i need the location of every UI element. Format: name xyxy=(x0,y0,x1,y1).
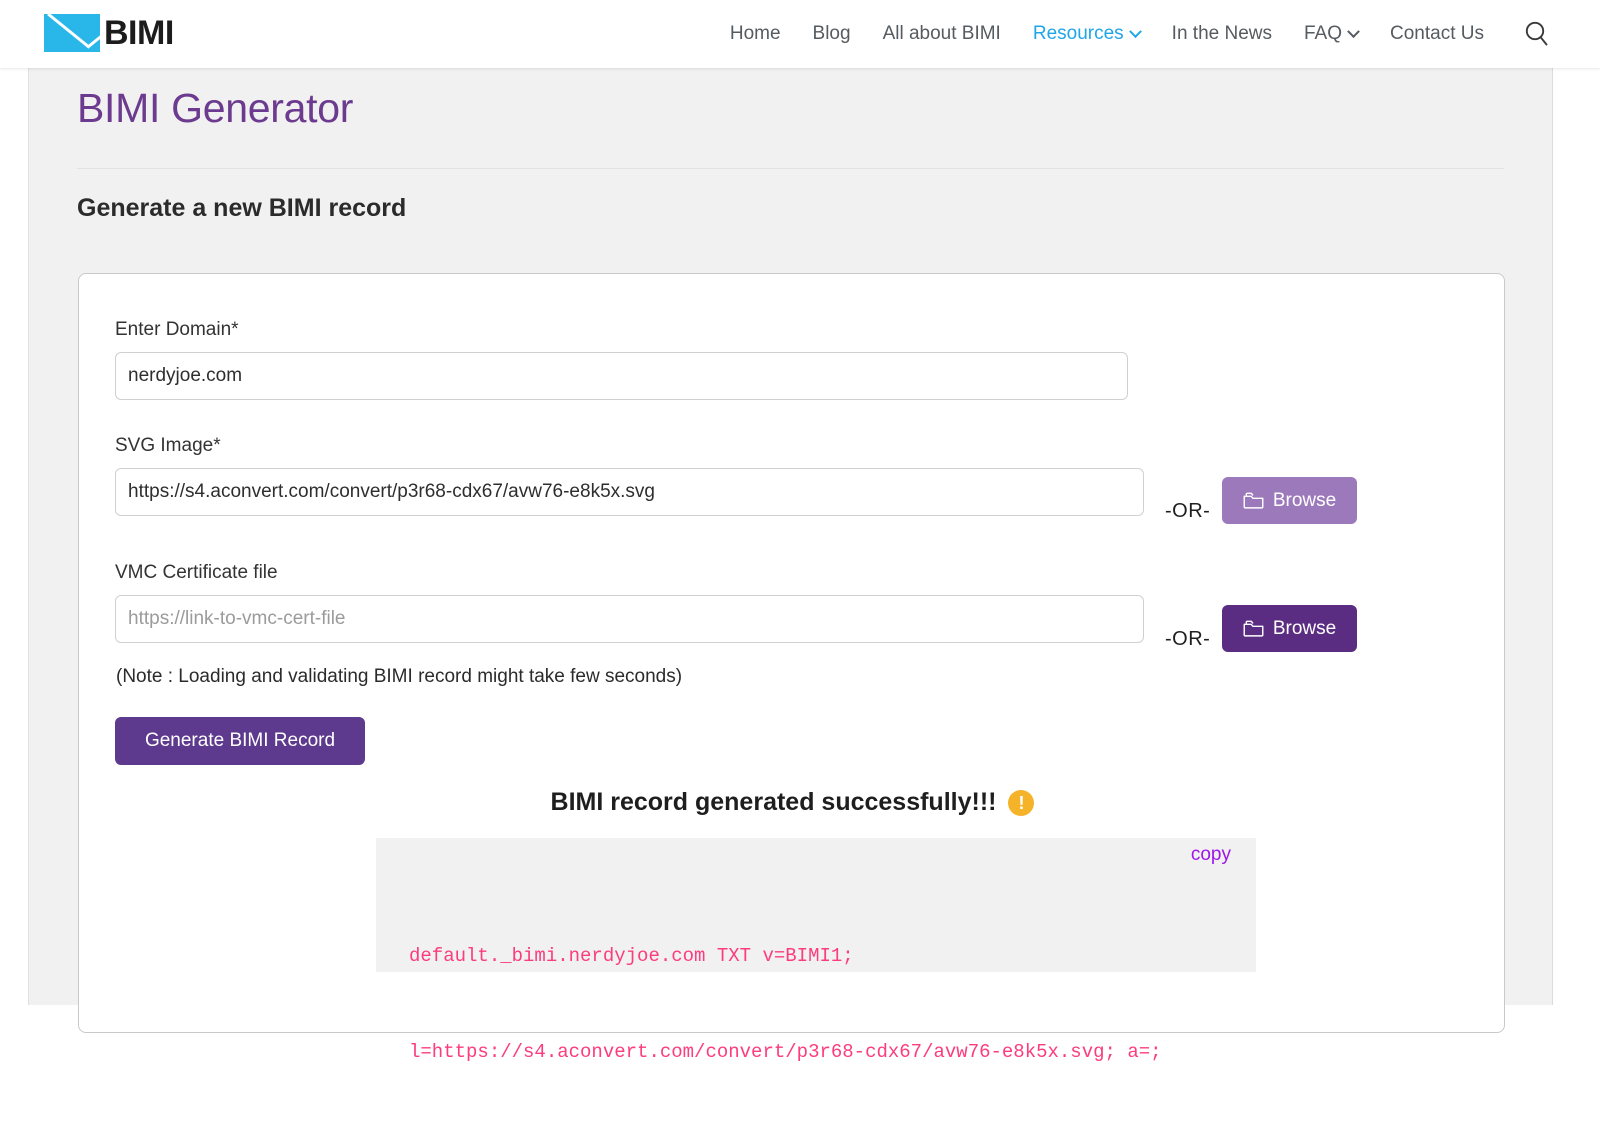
nav-item-faq[interactable]: FAQ xyxy=(1288,0,1374,68)
nav-item-resources[interactable]: Resources xyxy=(1017,0,1156,68)
domain-field-label: Enter Domain* xyxy=(115,319,239,340)
site-header: BIMI Home Blog All about BIMI Resources … xyxy=(0,0,1600,68)
nav-label: In the News xyxy=(1171,23,1272,44)
nav-label: All about BIMI xyxy=(882,23,1001,44)
success-message-row: BIMI record generated successfully!!! ! xyxy=(79,788,1506,817)
form-note: (Note : Loading and validating BIMI reco… xyxy=(116,666,683,687)
domain-field-group: Enter Domain* xyxy=(115,319,1128,400)
svg-browse-label: Browse xyxy=(1272,489,1337,511)
chevron-down-icon xyxy=(1347,24,1360,38)
chevron-down-icon xyxy=(1128,24,1142,38)
record-line-1: default._bimi.nerdyjoe.com TXT v=BIMI1; xyxy=(409,945,854,967)
nav-item-home[interactable]: Home xyxy=(714,0,797,68)
envelope-icon xyxy=(44,14,100,52)
nav-item-contact-us[interactable]: Contact Us xyxy=(1374,0,1500,68)
site-logo[interactable]: BIMI xyxy=(44,14,174,52)
generate-bimi-record-button[interactable]: Generate BIMI Record xyxy=(115,717,365,765)
search-icon[interactable] xyxy=(1522,19,1552,49)
svg-image-input[interactable] xyxy=(115,468,1144,516)
generated-record-text: default._bimi.nerdyjoe.com TXT v=BIMI1; … xyxy=(409,876,1162,1132)
vmc-or-label: -OR- xyxy=(1165,628,1211,650)
svg-image-field-label: SVG Image* xyxy=(115,435,221,456)
nav-label: Blog xyxy=(812,23,851,44)
svg-image-field-group: SVG Image* xyxy=(115,435,1144,516)
vmc-browse-button[interactable]: Browse xyxy=(1222,605,1357,652)
main-navigation: Home Blog All about BIMI Resources In th… xyxy=(714,0,1500,68)
warning-icon[interactable]: ! xyxy=(1008,789,1035,816)
nav-item-all-about-bimi[interactable]: All about BIMI xyxy=(867,0,1017,68)
folder-icon xyxy=(1243,492,1264,509)
logo-text: BIMI xyxy=(104,14,174,52)
page-content-area: BIMI Generator Generate a new BIMI recor… xyxy=(28,68,1553,1063)
svg-browse-button[interactable]: Browse xyxy=(1222,477,1357,524)
domain-input[interactable] xyxy=(115,352,1128,400)
nav-label: Resources xyxy=(1032,23,1124,44)
nav-item-in-the-news[interactable]: In the News xyxy=(1156,0,1288,68)
nav-label: Contact Us xyxy=(1390,23,1484,44)
nav-item-blog[interactable]: Blog xyxy=(797,0,867,68)
vmc-cert-field-group: VMC Certificate file xyxy=(115,562,1144,643)
title-divider xyxy=(77,168,1504,169)
svg-or-label: -OR- xyxy=(1165,500,1211,522)
nav-label: FAQ xyxy=(1304,23,1343,44)
bimi-generator-form-card: Enter Domain* SVG Image* -OR- Browse VMC… xyxy=(78,273,1506,1063)
section-title: Generate a new BIMI record xyxy=(77,194,407,222)
copy-link[interactable]: copy xyxy=(1191,844,1231,866)
folder-icon xyxy=(1243,620,1264,637)
record-line-2: l=https://s4.aconvert.com/convert/p3r68-… xyxy=(409,1041,1162,1063)
page-title: BIMI Generator xyxy=(77,85,354,131)
vmc-cert-field-label: VMC Certificate file xyxy=(115,562,278,583)
generated-record-block: copy default._bimi.nerdyjoe.com TXT v=BI… xyxy=(376,838,1256,1063)
nav-label: Home xyxy=(729,23,781,44)
vmc-cert-input[interactable] xyxy=(115,595,1144,643)
vmc-browse-label: Browse xyxy=(1272,617,1337,639)
success-message: BIMI record generated successfully!!! xyxy=(550,788,997,816)
